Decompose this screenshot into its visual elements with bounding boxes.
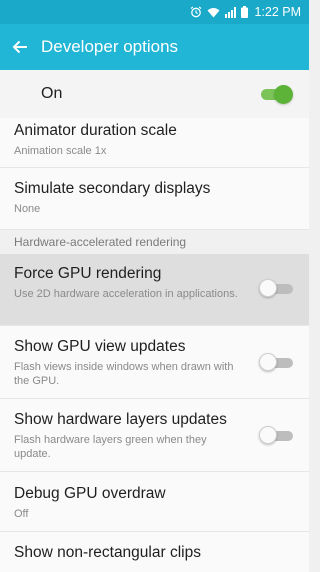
app-bar: Developer options: [0, 24, 309, 70]
list-item-simulate-secondary-displays[interactable]: Simulate secondary displays None: [0, 168, 309, 230]
battery-icon: [241, 6, 249, 18]
toggle-thumb: [259, 353, 277, 371]
item-subtitle: Use 2D hardware acceleration in applicat…: [14, 288, 238, 300]
item-subtitle: Off: [14, 508, 29, 520]
section-header: Hardware-accelerated rendering: [0, 230, 309, 254]
toggle-thumb: [274, 85, 293, 104]
status-bar: 1:22 PM: [0, 0, 309, 24]
item-subtitle: Flash views inside windows when drawn wi…: [14, 361, 234, 387]
list-item-show-gpu-view-updates[interactable]: Show GPU view updates Flash views inside…: [0, 326, 309, 399]
item-title: Show hardware layers updates: [14, 411, 227, 428]
list-item-show-hardware-layers-updates[interactable]: Show hardware layers updates Flash hardw…: [0, 399, 309, 472]
list-item-debug-gpu-overdraw[interactable]: Debug GPU overdraw Off: [0, 472, 309, 532]
master-switch-toggle[interactable]: [261, 85, 293, 104]
item-title: Debug GPU overdraw: [14, 485, 166, 502]
item-title: Animator duration scale: [14, 122, 177, 139]
settings-list: Animator duration scale Animation scale …: [0, 118, 309, 572]
back-arrow-icon: [12, 40, 27, 54]
back-button[interactable]: [0, 24, 40, 70]
signal-icon: [225, 6, 237, 18]
gpu-view-updates-toggle[interactable]: [259, 353, 293, 371]
item-title: Show GPU view updates: [14, 338, 186, 355]
toggle-thumb: [259, 426, 277, 444]
item-subtitle: Animation scale 1x: [14, 145, 107, 157]
status-time: 1:22 PM: [254, 5, 301, 19]
item-title: Show non-rectangular clips: [14, 544, 201, 561]
force-gpu-toggle[interactable]: [259, 279, 293, 297]
list-item-animator-duration-scale[interactable]: Animator duration scale Animation scale …: [0, 118, 309, 168]
page-title: Developer options: [41, 37, 179, 56]
item-subtitle: Flash hardware layers green when they up…: [14, 434, 207, 460]
hardware-layers-toggle[interactable]: [259, 426, 293, 444]
master-switch-label: On: [41, 85, 63, 102]
item-title: Force GPU rendering: [14, 265, 162, 282]
toggle-thumb: [259, 279, 277, 297]
status-icons: [190, 6, 249, 18]
list-item-force-gpu-rendering[interactable]: Force GPU rendering Use 2D hardware acce…: [0, 254, 309, 326]
master-switch-row[interactable]: On: [0, 70, 309, 118]
item-title: Simulate secondary displays: [14, 180, 211, 197]
alarm-icon: [190, 6, 202, 18]
list-item-show-non-rectangular-clips[interactable]: Show non-rectangular clips: [0, 532, 309, 572]
item-subtitle: None: [14, 203, 41, 215]
wifi-icon: [207, 7, 220, 18]
